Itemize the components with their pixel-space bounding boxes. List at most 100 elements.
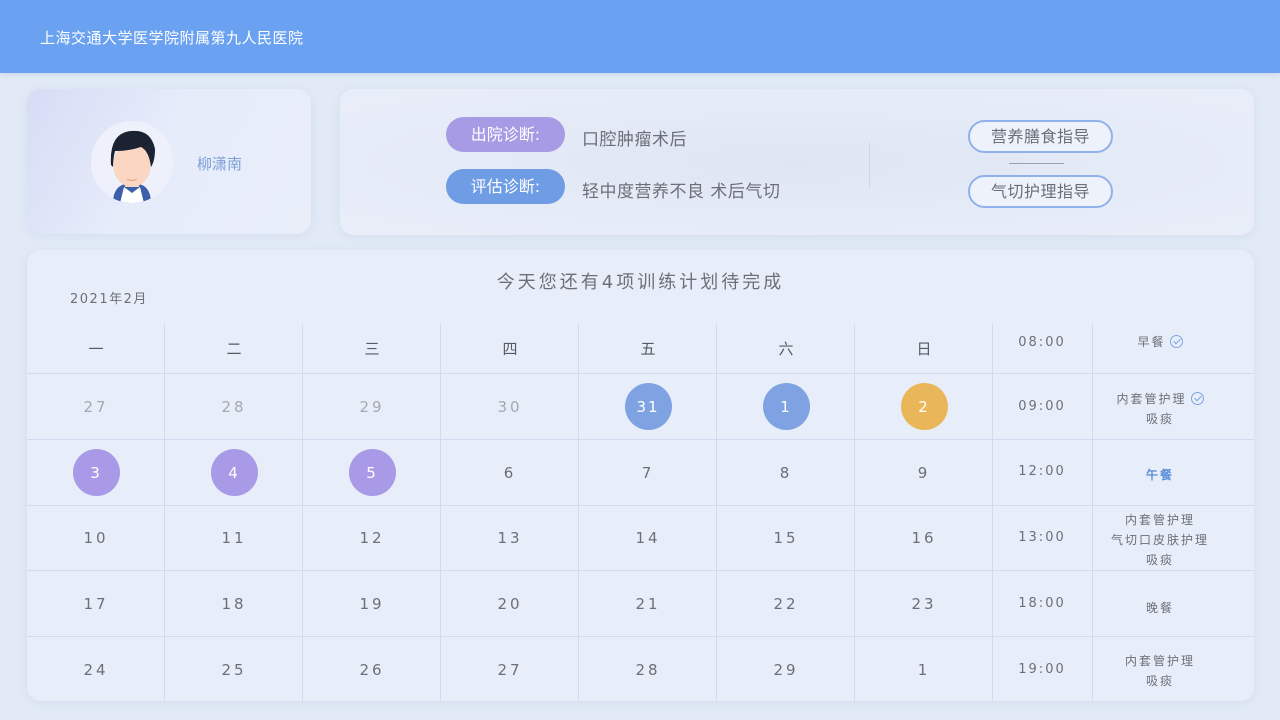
patient-avatar-icon <box>110 130 155 203</box>
calendar-day[interactable]: 25 <box>165 637 303 701</box>
calendar-day[interactable]: 10 <box>27 506 165 570</box>
day-number: 28 <box>221 397 247 416</box>
calendar-day[interactable]: 13 <box>441 506 579 570</box>
day-number: 6 <box>503 463 517 482</box>
schedule-time: 13:00 <box>1018 530 1066 545</box>
schedule-task[interactable]: 晚餐 <box>1093 598 1227 618</box>
calendar-day[interactable]: 5 <box>303 440 441 505</box>
avatar <box>91 121 173 203</box>
day-number: 17 <box>83 594 109 613</box>
schedule-task[interactable]: 内套管护理 气切口皮肤护理 吸痰 <box>1093 510 1227 570</box>
task-label: 晚餐 <box>1145 601 1174 615</box>
weekday-header: 一 <box>88 340 104 358</box>
day-number: 28 <box>635 660 661 679</box>
schedule-task[interactable]: 午餐 <box>1093 465 1227 485</box>
task-label: 内套管护理 <box>1124 513 1195 527</box>
schedule-task[interactable]: 内套管护理 吸痰 <box>1093 651 1227 691</box>
hospital-title: 上海交通大学医学院附属第九人民医院 <box>40 29 304 47</box>
calendar-day[interactable]: 8 <box>717 440 855 505</box>
weekday-header: 二 <box>226 340 242 358</box>
day-number: 20 <box>497 594 523 613</box>
calendar-day[interactable]: 27 <box>441 637 579 701</box>
schedule-time: 08:00 <box>1018 335 1066 350</box>
day-number: 13 <box>497 529 523 547</box>
assessment-diagnosis-label: 评估诊断: <box>446 169 565 204</box>
tracheostomy-guide-button[interactable]: 气切护理指导 <box>968 175 1113 208</box>
schedule-time: 19:00 <box>1018 662 1066 677</box>
training-calendar: 今天您还有4项训练计划待完成 2021年2月 一 二 三 四 五 六 日 27 … <box>27 250 1254 701</box>
weekday-header: 四 <box>502 340 518 358</box>
day-number: 21 <box>635 594 661 613</box>
nutrition-guide-button[interactable]: 营养膳食指导 <box>968 120 1113 153</box>
calendar-month: 2021年2月 <box>70 292 148 307</box>
calendar-day[interactable]: 31 <box>579 374 717 439</box>
diagnosis-card: 出院诊断: 口腔肿瘤术后 评估诊断: 轻中度营养不良 术后气切 营养膳食指导 气… <box>340 89 1254 235</box>
calendar-day[interactable]: 9 <box>855 440 993 505</box>
day-number: 7 <box>641 463 655 482</box>
calendar-day[interactable]: 27 <box>27 374 165 439</box>
day-number: 29 <box>773 660 799 679</box>
task-label: 吸痰 <box>1145 412 1174 426</box>
day-number: 30 <box>497 397 523 416</box>
calendar-day[interactable]: 12 <box>303 506 441 570</box>
day-number: 12 <box>359 529 385 547</box>
check-circle-icon <box>1169 335 1183 348</box>
day-number: 1 <box>917 660 931 679</box>
calendar-day-today[interactable]: 2 <box>855 374 993 439</box>
day-number: 9 <box>917 463 931 482</box>
calendar-day[interactable]: 29 <box>303 374 441 439</box>
day-number: 1 <box>762 383 810 430</box>
day-number: 29 <box>359 397 385 416</box>
top-bar: 上海交通大学医学院附属第九人民医院 <box>0 0 1280 73</box>
day-number: 19 <box>359 594 385 613</box>
calendar-day[interactable]: 1 <box>855 637 993 701</box>
day-number: 3 <box>72 449 120 496</box>
patient-name: 柳潇南 <box>197 155 243 173</box>
day-number: 31 <box>624 383 672 430</box>
schedule-time: 12:00 <box>1018 464 1066 479</box>
calendar-day[interactable]: 19 <box>303 571 441 636</box>
calendar-day[interactable]: 23 <box>855 571 993 636</box>
calendar-day[interactable]: 11 <box>165 506 303 570</box>
day-number: 27 <box>497 660 523 679</box>
task-label: 气切口皮肤护理 <box>1110 533 1209 547</box>
day-number: 25 <box>221 660 247 679</box>
calendar-day[interactable]: 3 <box>27 440 165 505</box>
calendar-day[interactable]: 29 <box>717 637 855 701</box>
schedule-time: 18:00 <box>1018 596 1066 611</box>
calendar-day[interactable]: 28 <box>579 637 717 701</box>
day-number: 24 <box>83 660 109 679</box>
calendar-day[interactable]: 22 <box>717 571 855 636</box>
patient-card[interactable]: 柳潇南 <box>27 89 311 234</box>
day-number: 10 <box>83 529 109 547</box>
calendar-day[interactable]: 16 <box>855 506 993 570</box>
weekday-header: 日 <box>916 340 932 358</box>
day-number: 5 <box>348 449 396 496</box>
calendar-day[interactable]: 14 <box>579 506 717 570</box>
day-number: 27 <box>83 397 109 416</box>
calendar-day[interactable]: 1 <box>717 374 855 439</box>
calendar-day[interactable]: 17 <box>27 571 165 636</box>
calendar-day[interactable]: 26 <box>303 637 441 701</box>
calendar-day[interactable]: 24 <box>27 637 165 701</box>
calendar-day[interactable]: 4 <box>165 440 303 505</box>
day-number: 26 <box>359 660 385 679</box>
calendar-day[interactable]: 28 <box>165 374 303 439</box>
calendar-day[interactable]: 18 <box>165 571 303 636</box>
schedule-task[interactable]: 内套管护理 吸痰 <box>1093 389 1227 429</box>
calendar-day[interactable]: 21 <box>579 571 717 636</box>
calendar-day[interactable]: 6 <box>441 440 579 505</box>
day-number: 8 <box>779 463 793 482</box>
day-number: 2 <box>900 383 948 430</box>
assessment-diagnosis-value: 轻中度营养不良 术后气切 <box>582 182 781 202</box>
calendar-day[interactable]: 30 <box>441 374 579 439</box>
day-number: 14 <box>635 529 661 547</box>
calendar-day[interactable]: 7 <box>579 440 717 505</box>
schedule-task[interactable]: 早餐 <box>1093 332 1227 352</box>
weekday-header: 五 <box>640 340 656 358</box>
calendar-day[interactable]: 20 <box>441 571 579 636</box>
discharge-diagnosis-label: 出院诊断: <box>446 117 565 152</box>
calendar-day[interactable]: 15 <box>717 506 855 570</box>
day-number: 15 <box>773 529 799 547</box>
task-label: 午餐 <box>1145 468 1174 482</box>
